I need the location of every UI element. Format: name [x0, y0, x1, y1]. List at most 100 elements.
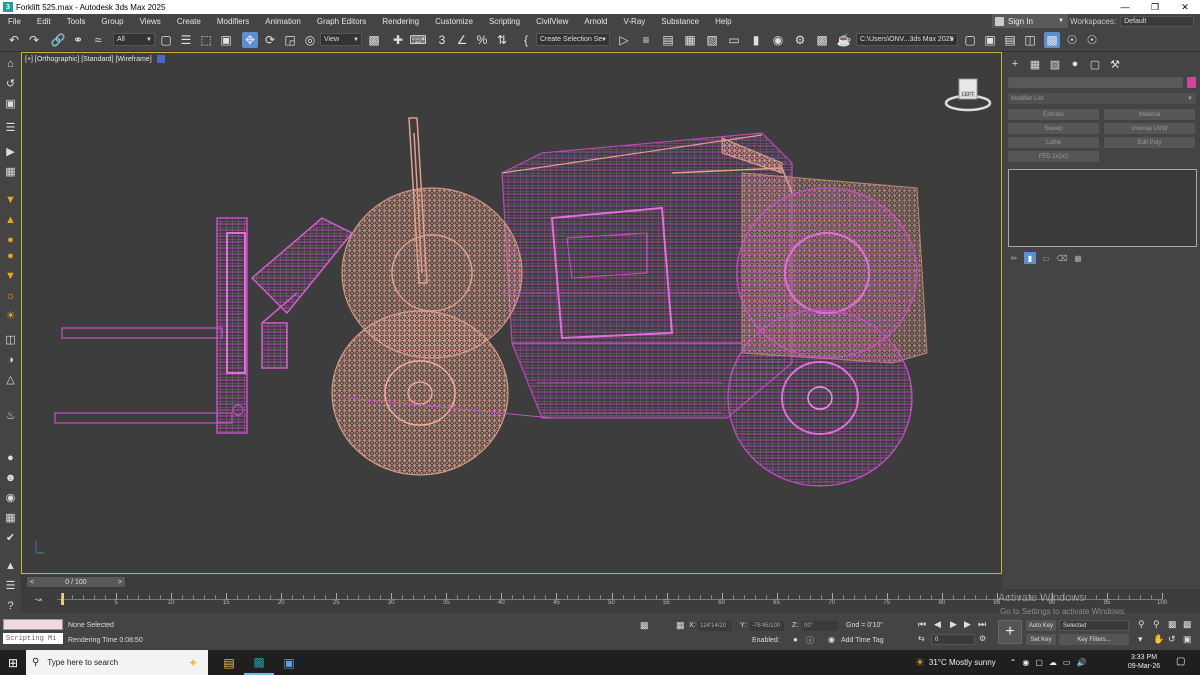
hierarchy-tab-icon[interactable]: ▧ [1047, 56, 1063, 72]
save-icon[interactable]: ◫ [1022, 32, 1038, 48]
layer-explorer-icon[interactable]: ▦ [682, 32, 698, 48]
x-coordinate-field[interactable]: 124'14/20 [698, 621, 732, 631]
menu-modifiers[interactable]: Modifiers [209, 17, 257, 26]
clock[interactable]: 3:33 PM 09-Mar-26 [1124, 653, 1164, 671]
link-icon[interactable]: 🔗 [50, 32, 66, 48]
orbit-icon[interactable]: ↺ [3, 76, 18, 91]
zoom-all-icon[interactable]: ⚲ [1153, 619, 1160, 630]
motion-tab-icon[interactable]: ● [1067, 56, 1083, 72]
render-setup-icon[interactable]: ⚙ [792, 32, 808, 48]
sphere-light-icon[interactable]: ● [3, 232, 18, 247]
render-preview-icon[interactable]: ▦ [3, 510, 18, 525]
percent-snap-icon[interactable]: % [474, 32, 490, 48]
menu-tools[interactable]: Tools [59, 17, 94, 26]
network-icon[interactable]: ☁ [1049, 658, 1057, 667]
curve-editor-mini-icon[interactable]: ↝ [35, 595, 42, 604]
y-coordinate-field[interactable]: -76'45/100 [750, 621, 784, 631]
workspaces-select[interactable]: Default [1120, 15, 1195, 27]
field-of-view-icon[interactable]: ▾ [1138, 634, 1143, 645]
object-color-swatch[interactable] [1187, 77, 1196, 88]
menu-scripting[interactable]: Scripting [481, 17, 528, 26]
minimize-icon[interactable]: — [1110, 2, 1140, 12]
time-slider-handle[interactable]: < 0 / 100 > [27, 577, 125, 587]
menu-help[interactable]: Help [707, 17, 739, 26]
cube-icon[interactable]: ▦ [3, 164, 18, 179]
scene-explorer-icon[interactable]: ▤ [660, 32, 676, 48]
move-icon[interactable]: ✥ [242, 32, 258, 48]
display-tab-icon[interactable]: ▢ [1087, 56, 1103, 72]
project-path-select[interactable]: C:\Users\ONV...3ds Max 2025 ▼ [856, 33, 958, 46]
menu-civilview[interactable]: CivilView [528, 17, 576, 26]
command-panel-toggle-icon[interactable]: ▩ [1044, 32, 1060, 48]
pivot-center-icon[interactable]: ▩ [366, 32, 382, 48]
sphere-icon[interactable]: ◑ [3, 352, 18, 367]
menu-rendering[interactable]: Rendering [374, 17, 427, 26]
ffd-button[interactable]: FFD 2x2x2 [1008, 151, 1099, 162]
ref-coord-select[interactable]: View ▼ [320, 33, 362, 46]
enabled-toggle-icon[interactable]: ● [793, 635, 798, 644]
vray-icon[interactable]: ✔ [3, 530, 18, 545]
volume-icon[interactable]: 🔊 [1076, 658, 1086, 667]
key-mode-select[interactable]: Selected [1059, 620, 1129, 631]
absolute-mode-icon[interactable]: ▦ [676, 620, 685, 631]
undo-icon[interactable]: ↶ [6, 32, 22, 48]
mirror-icon[interactable]: ▷ [616, 32, 632, 48]
home-icon[interactable]: ⌂ [3, 56, 18, 71]
security-icon[interactable]: ▢ [1035, 658, 1043, 667]
keyboard-shortcut-icon[interactable]: ⌨ [409, 32, 426, 48]
zoom-extents-icon[interactable]: ▩ [1168, 619, 1177, 630]
info-icon[interactable]: ⓘ [806, 635, 814, 646]
set-key-big-button[interactable]: + [998, 620, 1022, 644]
time-config-icon[interactable]: ⚙ [979, 634, 986, 643]
chevron-up-icon[interactable]: ⌃ [1010, 658, 1017, 667]
create-tab-icon[interactable]: + [1007, 56, 1023, 72]
snaps-toggle-icon[interactable]: 3 [434, 32, 450, 48]
weather-text[interactable]: 31°C Mostly sunny [929, 658, 996, 667]
maximize-viewport-icon[interactable]: ▣ [1183, 634, 1192, 645]
help-circle-icon[interactable]: ? [3, 598, 18, 613]
key-mode-icon[interactable]: ⇆ [918, 634, 925, 643]
photometric-light-icon[interactable]: ☼ [3, 288, 18, 303]
menu-edit[interactable]: Edit [29, 17, 59, 26]
play-icon[interactable]: ▶ [950, 619, 957, 630]
material-editor-icon[interactable]: ◉ [770, 32, 786, 48]
angle-snap-icon[interactable]: ∠ [454, 32, 470, 48]
key-filters-button[interactable]: Key Filters... [1059, 634, 1129, 645]
configure-sets-icon[interactable]: ▦ [1072, 252, 1084, 264]
project-folder-icon[interactable]: ▢ [962, 32, 978, 48]
camera-icon[interactable]: ▣ [3, 96, 18, 111]
menu-create[interactable]: Create [169, 17, 209, 26]
schematic-view-icon[interactable]: ▮ [748, 32, 764, 48]
utilities-tab-icon[interactable]: ⚒ [1107, 56, 1123, 72]
viewcube[interactable]: LEFT [944, 73, 992, 113]
menu-icon[interactable]: ☰ [3, 578, 18, 593]
previous-frame-icon[interactable]: ◀ [934, 619, 941, 630]
window-crossing-icon[interactable]: ▣ [218, 32, 234, 48]
unwrap-uvw-button[interactable]: Unwrap UVW [1104, 123, 1195, 134]
app-tray-icon[interactable]: ◉ [1022, 658, 1029, 667]
sign-in-button[interactable]: Sign In ▼ [992, 14, 1068, 28]
display-icon[interactable]: ▭ [1063, 658, 1071, 667]
menu-customize[interactable]: Customize [427, 17, 481, 26]
modify-tab-icon[interactable]: ▦ [1027, 56, 1043, 72]
asset-tracking-icon[interactable]: ▤ [1002, 32, 1018, 48]
lock-selection-icon[interactable]: ▩ [640, 620, 649, 631]
list-icon[interactable]: ☰ [3, 120, 18, 135]
current-frame-field[interactable]: 0 [931, 634, 975, 645]
edit-named-sets-icon[interactable]: { [518, 32, 534, 48]
named-selection-set-select[interactable]: Create Selection Se ▼ [536, 33, 610, 46]
edit-poly-button[interactable]: Edit Poly [1104, 137, 1195, 148]
3ds-max-taskbar-icon[interactable]: ▩ [244, 650, 274, 675]
file-explorer-icon[interactable]: ▤ [214, 650, 244, 675]
box-icon[interactable]: ◫ [3, 332, 18, 347]
sweep-button[interactable]: Sweep [1008, 123, 1099, 134]
notifications-icon[interactable]: ▢ [1176, 656, 1185, 667]
show-end-result-icon[interactable]: ▮ [1024, 252, 1036, 264]
select-by-name-icon[interactable]: ☰ [178, 32, 194, 48]
pyramid-icon[interactable]: △ [3, 372, 18, 387]
point-light-icon[interactable]: ● [3, 248, 18, 263]
pan-icon[interactable]: ✋ [1153, 634, 1164, 645]
add-time-tag[interactable]: Add Time Tag [841, 637, 884, 644]
spinner-snap-icon[interactable]: ⇅ [494, 32, 510, 48]
menu-graph-editors[interactable]: Graph Editors [309, 17, 374, 26]
